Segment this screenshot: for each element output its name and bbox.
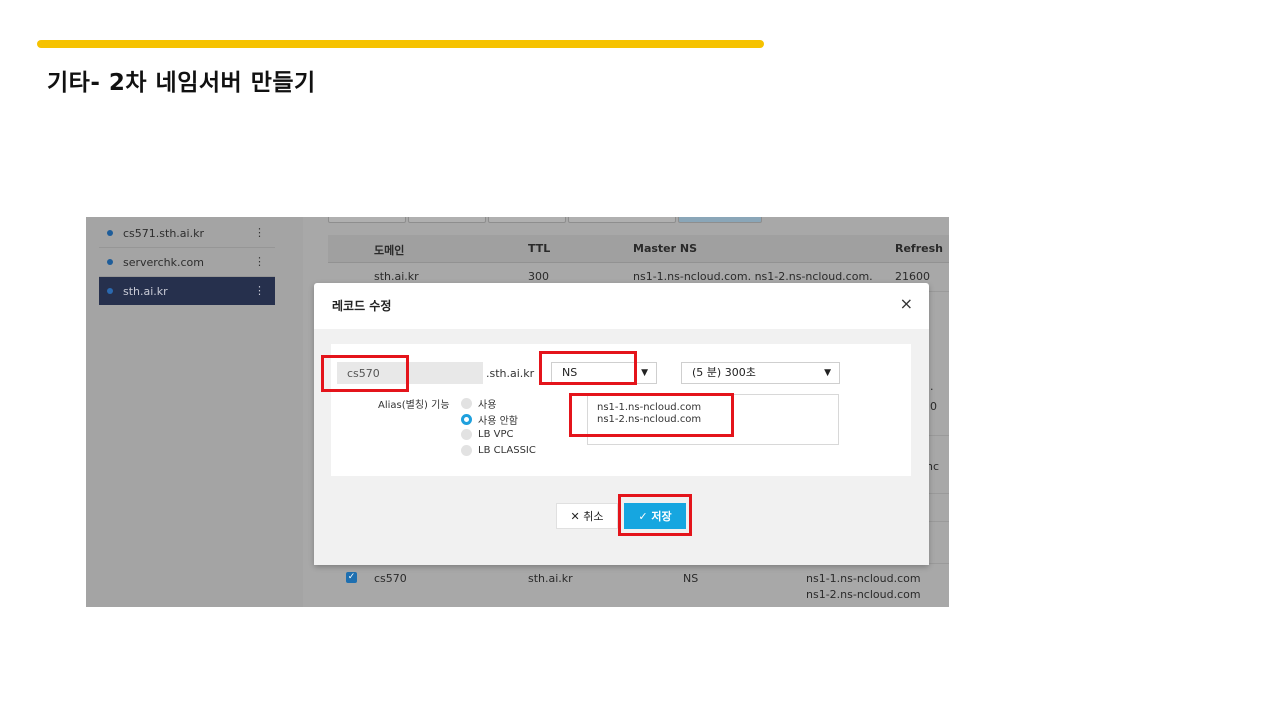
- sidebar-item-label: serverchk.com: [123, 255, 204, 269]
- sidebar-item-sth[interactable]: sth.ai.kr ⋮: [99, 277, 275, 305]
- toolbar-button[interactable]: [488, 217, 566, 223]
- caret-down-icon: ▼: [641, 368, 648, 378]
- ttl-select[interactable]: (5 분) 300초 ▼: [681, 362, 840, 384]
- toolbar-button[interactable]: [568, 217, 676, 223]
- radio-off-icon: [461, 445, 472, 456]
- alias-option-use[interactable]: 사용: [461, 396, 496, 411]
- close-icon[interactable]: ×: [900, 294, 913, 313]
- alias-label: Alias(별칭) 기능: [378, 400, 450, 411]
- sidebar-item-label: cs571.sth.ai.kr: [123, 226, 204, 240]
- alias-option-lb-vpc[interactable]: LB VPC: [461, 429, 513, 440]
- record-form: .sth.ai.kr NS ▼ (5 분) 300초 ▼ Alias(별칭) 기…: [331, 344, 911, 476]
- sidebar: cs571.sth.ai.kr ⋮ serverchk.com ⋮ sth.ai…: [86, 217, 303, 607]
- zone-ttl-cell: 300: [528, 270, 549, 283]
- zone-master-ns-cell: ns1-1.ns-ncloud.com. ns1-2.ns-ncloud.com…: [633, 270, 873, 283]
- status-dot-icon: [107, 288, 113, 294]
- header-domain: 도메인: [374, 244, 405, 257]
- radio-off-icon: [461, 398, 472, 409]
- sidebar-item-cs571[interactable]: cs571.sth.ai.kr ⋮: [99, 219, 275, 248]
- row-checkbox[interactable]: ✓: [346, 572, 357, 583]
- sidebar-item-label: sth.ai.kr: [123, 284, 168, 298]
- record-value-cell: ns1-1.ns-ncloud.com: [806, 572, 921, 585]
- radio-label: LB CLASSIC: [478, 445, 536, 456]
- toolbar-button[interactable]: [408, 217, 486, 223]
- header-ttl: TTL: [528, 242, 551, 255]
- partial-cell: .: [930, 380, 934, 393]
- radio-label: 사용 안함: [478, 416, 518, 427]
- alias-option-disable[interactable]: 사용 안함: [461, 412, 518, 427]
- table-header: 도메인 TTL Master NS Refresh: [328, 235, 949, 263]
- record-type-select[interactable]: NS ▼: [551, 362, 657, 384]
- record-value-line: ns1-1.ns-ncloud.com: [597, 402, 702, 413]
- kebab-menu-icon[interactable]: ⋮: [254, 284, 265, 297]
- header-refresh: Refresh: [895, 242, 943, 255]
- zone-refresh-cell: 21600: [895, 270, 930, 283]
- record-name-input[interactable]: [337, 362, 483, 384]
- ttl-value: (5 분) 300초: [692, 366, 756, 379]
- radio-on-icon: [461, 414, 472, 425]
- radio-label: LB VPC: [478, 429, 514, 440]
- record-zone-cell: sth.ai.kr: [528, 572, 573, 585]
- partial-cell: 0: [930, 400, 937, 413]
- save-button[interactable]: ✓ 저장: [624, 503, 686, 529]
- zone-suffix: .sth.ai.kr: [486, 367, 535, 380]
- status-dot-icon: [107, 259, 113, 265]
- record-type-value: NS: [562, 366, 578, 379]
- edit-record-dialog: 레코드 수정 × .sth.ai.kr NS ▼ (5 분) 300초 ▼ Al…: [314, 283, 929, 565]
- header-master-ns: Master NS: [633, 242, 698, 255]
- kebab-menu-icon[interactable]: ⋮: [254, 226, 265, 239]
- toolbar-button-primary[interactable]: [678, 217, 762, 223]
- cancel-button[interactable]: ✕ 취소: [556, 503, 618, 529]
- record-value-textarea[interactable]: ns1-1.ns-ncloud.com ns1-2.ns-ncloud.com: [587, 394, 839, 445]
- record-name-cell: cs570: [374, 572, 407, 585]
- record-value-line: ns1-2.ns-ncloud.com: [597, 414, 702, 425]
- zone-domain-cell: sth.ai.kr: [374, 270, 419, 283]
- record-value-cell: ns1-2.ns-ncloud.com: [806, 588, 921, 601]
- toolbar-button[interactable]: [328, 217, 406, 223]
- status-dot-icon: [107, 230, 113, 236]
- alias-option-lb-classic[interactable]: LB CLASSIC: [461, 445, 536, 456]
- radio-label: 사용: [478, 400, 497, 411]
- sidebar-item-serverchk[interactable]: serverchk.com ⋮: [99, 248, 275, 277]
- title-accent-bar: [37, 40, 764, 48]
- caret-down-icon: ▼: [824, 368, 831, 378]
- dialog-title: 레코드 수정: [332, 299, 392, 313]
- record-type-cell: NS: [683, 572, 699, 585]
- dialog-body: .sth.ai.kr NS ▼ (5 분) 300초 ▼ Alias(별칭) 기…: [314, 329, 929, 565]
- radio-off-icon: [461, 429, 472, 440]
- slide-title: 기타- 2차 네임서버 만들기: [47, 70, 316, 96]
- kebab-menu-icon[interactable]: ⋮: [254, 255, 265, 268]
